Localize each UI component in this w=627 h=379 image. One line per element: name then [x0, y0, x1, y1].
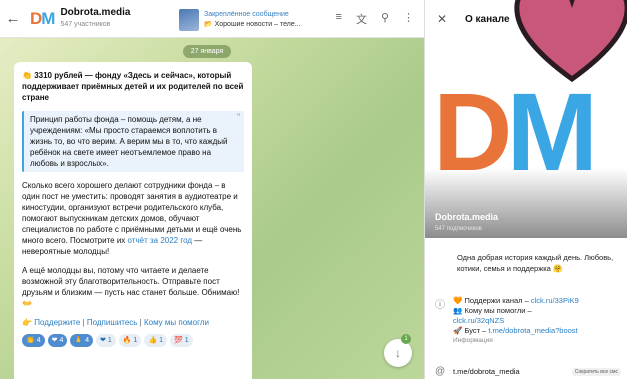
helped-url[interactable]: clck.ru/32qNZS: [453, 316, 504, 325]
thumbs-up-icon: 👍: [148, 337, 158, 344]
reaction-count: 1: [184, 337, 189, 344]
folder-icon: 📂: [204, 21, 213, 28]
info-line-2: 👥 Кому мы помогли –: [453, 306, 579, 316]
info-line-1: 🧡 Поддержи канал – clck.ru/33PiK9: [453, 296, 579, 306]
reaction-count: 1: [133, 337, 138, 344]
pinned-message[interactable]: Закреплённое сообщение 📂 Хорошие новости…: [179, 6, 329, 34]
quote-icon: ”: [237, 112, 240, 122]
unread-badge: 1: [401, 334, 411, 344]
chat-area: ← DM Dobrota.media 547 участников Закреп…: [0, 0, 424, 379]
message-paragraph-1: Сколько всего хорошего делают сотрудники…: [22, 180, 244, 257]
report-link[interactable]: отчёт за 2022 год: [128, 236, 192, 245]
clap-icon: 👏: [22, 71, 32, 80]
info-sublabel: Информация: [453, 337, 493, 344]
pinned-preview: 📂 Хорошие новости – теле...: [204, 20, 301, 30]
info-line-2b: clck.ru/32qNZS: [453, 316, 579, 326]
pinned-thumbnail: [179, 9, 199, 31]
reaction-count: 1: [159, 337, 164, 344]
panel-title: О канале: [465, 13, 510, 25]
subscribe-link[interactable]: Подпишитесь: [87, 318, 138, 327]
info-row: ⓘ 🧡 Поддержи канал – clck.ru/33PiK9 👥 Ко…: [435, 296, 579, 346]
info-text: 🧡 Поддержи канал – clck.ru/33PiK9 👥 Кому…: [453, 296, 579, 346]
clap-icon: 👏: [26, 337, 35, 344]
info-label-3: Буст –: [464, 326, 487, 335]
chat-header: ← DM Dobrota.media 547 участников Закреп…: [0, 0, 424, 38]
channel-link-row[interactable]: @ t.me/dobrota_media: [435, 366, 520, 377]
message-bubble[interactable]: 👏 3310 рублей — фонду «Здесь и сейчас», …: [14, 62, 252, 379]
voice-chat-icon[interactable]: ≡: [336, 11, 342, 27]
reaction-count: 4: [85, 337, 90, 344]
people-icon: 👥: [453, 306, 463, 315]
channel-avatar[interactable]: DM: [30, 8, 55, 29]
message-quote: ” Принцип работы фонда – помощь детям, а…: [22, 111, 244, 172]
cover-channel-name: Dobrota.media: [435, 212, 499, 222]
info-label-2: Кому мы помогли –: [464, 306, 532, 315]
rocket-icon: 🚀: [453, 326, 463, 335]
hand-point-icon: 👉: [22, 318, 32, 327]
logo-letter-d: D: [30, 8, 42, 28]
search-icon[interactable]: ⚲: [381, 11, 389, 27]
reaction-heart-2[interactable]: ❤ 1: [96, 334, 116, 347]
quote-text: Принцип работы фонда – помощь детям, а н…: [30, 115, 228, 168]
translate-icon[interactable]: 文: [356, 11, 367, 27]
reaction-pray[interactable]: 🙏 4: [70, 334, 94, 347]
at-icon: @: [435, 366, 446, 377]
description-text: Одна добрая история каждый день. Любовь,…: [457, 253, 614, 273]
heart-icon: [514, 0, 627, 83]
reaction-fire[interactable]: 🔥 1: [118, 334, 142, 347]
channel-info[interactable]: Dobrota.media 547 участников: [60, 7, 130, 31]
message-paragraph-2: А ещё молодцы вы, потому что читаете и д…: [22, 265, 244, 309]
support-url[interactable]: clck.ru/33PiK9: [531, 296, 579, 305]
reaction-count: 1: [107, 337, 112, 344]
arrow-left-icon[interactable]: ←: [0, 10, 26, 27]
reaction-thumbs[interactable]: 👍 1: [144, 334, 168, 347]
cover-subscribers: 547 подписчиков: [435, 226, 482, 232]
info-icon: ⓘ: [435, 300, 445, 311]
info-line-3: 🚀 Буст – t.me/dobrota_media?boost: [453, 326, 579, 336]
message-links: 👉 Поддержите | Подпишитесь | Кому мы пом…: [22, 318, 209, 327]
hundred-icon: 💯: [174, 337, 183, 344]
pinned-label: Закреплённое сообщение: [204, 11, 289, 18]
boost-url[interactable]: t.me/dobrota_media?boost: [488, 326, 577, 335]
hug-icon: 👐: [22, 299, 32, 308]
heart-icon: ❤: [100, 337, 106, 344]
pinned-preview-text: Хорошие новости – теле...: [214, 21, 301, 28]
reaction-clap[interactable]: 👏 4: [22, 334, 45, 347]
helped-link[interactable]: Кому мы помогли: [144, 318, 209, 327]
date-separator: 27 января: [183, 45, 231, 58]
info-label-1: Поддержи канал –: [464, 296, 529, 305]
pray-icon: 🙏: [74, 337, 84, 344]
orange-heart-icon: 🧡: [453, 296, 463, 305]
channel-name: Dobrota.media: [60, 6, 131, 18]
header-actions: ≡ 文 ⚲ ⋮: [336, 11, 414, 27]
channel-description: Одна добрая история каждый день. Любовь,…: [457, 252, 622, 274]
heart-icon: ❤: [51, 337, 58, 344]
close-icon[interactable]: ✕: [437, 12, 457, 26]
paragraph-2-text: А ещё молодцы вы, потому что читаете и д…: [22, 266, 240, 297]
more-icon[interactable]: ⋮: [403, 11, 414, 27]
support-link[interactable]: Поддержите: [34, 318, 80, 327]
reactions: 👏 4 ❤ 4 🙏 4 ❤ 1 🔥 1 👍 1 💯 1: [22, 334, 244, 347]
reaction-count: 4: [59, 337, 64, 344]
message-title: 👏 3310 рублей — фонду «Здесь и сейчас», …: [22, 70, 244, 103]
toast: Сократить все смс: [571, 368, 621, 376]
logo-letter-m: M: [41, 8, 55, 28]
channel-link: t.me/dobrota_media: [453, 367, 520, 376]
hug-icon: 🤗: [552, 264, 563, 273]
reaction-count: 4: [36, 337, 41, 344]
reaction-hundred[interactable]: 💯 1: [170, 334, 193, 347]
fire-icon: 🔥: [122, 337, 132, 344]
message-title-text: 3310 рублей — фонду «Здесь и сейчас», ко…: [22, 71, 244, 102]
member-count: 547 участников: [60, 20, 111, 28]
chevron-down-icon: ↓: [395, 346, 401, 360]
reaction-heart[interactable]: ❤ 4: [47, 334, 68, 347]
app: ← DM Dobrota.media 547 участников Закреп…: [0, 0, 627, 379]
